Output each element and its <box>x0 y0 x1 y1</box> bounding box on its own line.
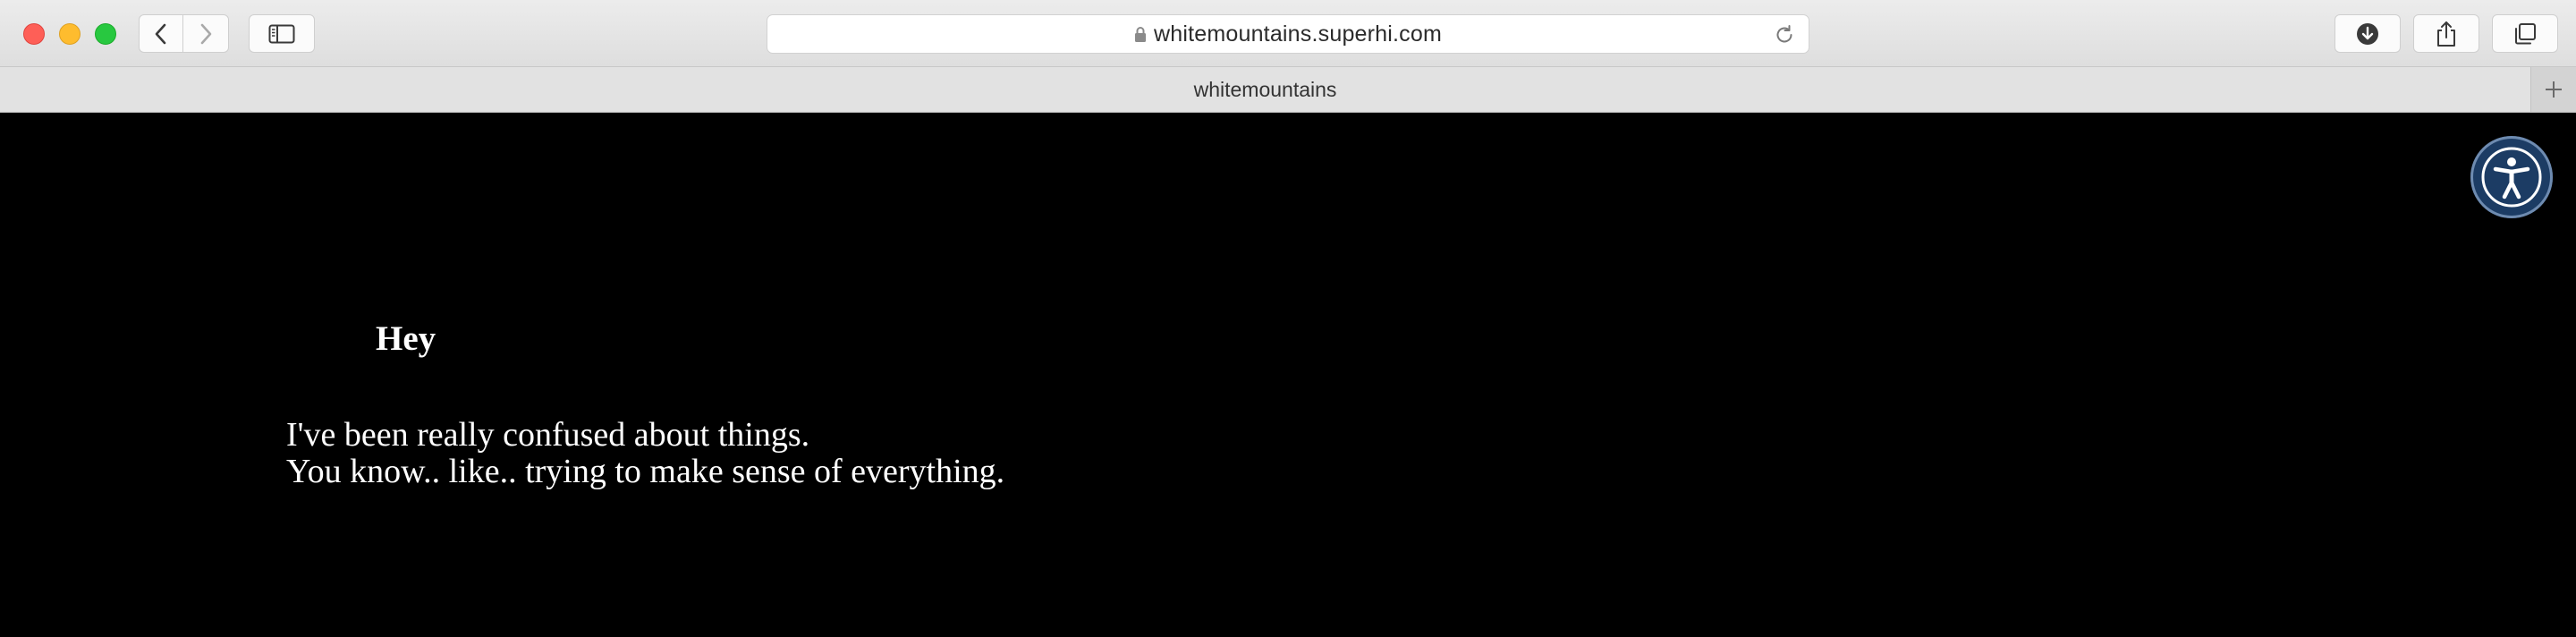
plus-icon <box>2546 81 2562 98</box>
browser-toolbar: whitemountains.superhi.com <box>0 0 2576 67</box>
address-bar[interactable]: whitemountains.superhi.com <box>767 14 1809 54</box>
chevron-right-icon <box>200 23 212 44</box>
page-message: I've been really confused about things. … <box>286 417 1004 490</box>
back-button[interactable] <box>139 14 183 53</box>
download-icon <box>2357 22 2378 45</box>
page-content: Hey I've been really confused about thin… <box>0 113 2576 637</box>
accessibility-icon <box>2481 147 2542 208</box>
tab-overview-icon <box>2515 22 2536 44</box>
share-icon <box>2437 21 2455 47</box>
lock-icon <box>1134 26 1146 42</box>
forward-button[interactable] <box>183 14 229 53</box>
chevron-left-icon <box>155 23 166 44</box>
url-text: whitemountains.superhi.com <box>1153 21 1443 47</box>
tab-overview-button[interactable] <box>2492 14 2558 53</box>
browser-window: whitemountains.superhi.com whitemountain… <box>0 0 2576 637</box>
close-window-button[interactable] <box>23 23 45 45</box>
message-line: I've been really confused about things. <box>286 416 810 454</box>
accessibility-widget-button[interactable] <box>2470 136 2553 218</box>
sidebar-icon <box>268 24 295 43</box>
downloads-button[interactable] <box>2334 14 2401 53</box>
sidebar-toggle-button[interactable] <box>249 14 315 53</box>
active-tab[interactable]: whitemountains <box>0 67 2531 112</box>
share-button[interactable] <box>2413 14 2479 53</box>
tab-title: whitemountains <box>1193 77 1337 101</box>
minimize-window-button[interactable] <box>59 23 80 45</box>
address-content: whitemountains.superhi.com <box>767 15 1809 53</box>
maximize-window-button[interactable] <box>95 23 116 45</box>
message-line: You know.. like.. trying to make sense o… <box>286 453 1005 490</box>
new-tab-button[interactable] <box>2531 67 2576 112</box>
page-greeting: Hey <box>376 319 436 358</box>
reload-icon[interactable] <box>1773 23 1796 47</box>
tab-bar: whitemountains <box>0 67 2576 113</box>
